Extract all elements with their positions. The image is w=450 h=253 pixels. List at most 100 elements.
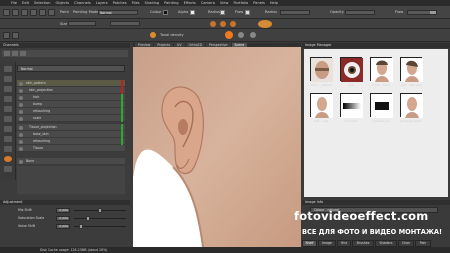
eye-icon[interactable] — [19, 139, 23, 144]
thumbnail[interactable] — [340, 57, 363, 82]
smear-tool-icon[interactable] — [4, 96, 12, 102]
layer-row[interactable]: scale — [17, 115, 125, 122]
tab-hist[interactable]: Hist — [337, 240, 351, 247]
brush-orb-icon[interactable] — [238, 32, 244, 38]
opacity-field[interactable] — [345, 10, 375, 15]
thumbnail[interactable] — [310, 57, 333, 82]
menu-camera[interactable]: Camera — [201, 1, 215, 5]
slider-knob[interactable] — [86, 216, 90, 221]
thumbnail[interactable] — [310, 93, 333, 118]
eye-icon[interactable] — [19, 159, 23, 164]
sharpen-tool-icon[interactable] — [4, 116, 12, 122]
thumbnail[interactable] — [370, 57, 393, 82]
menu-patches[interactable]: Patches — [113, 1, 127, 5]
tab-chan[interactable]: Chan — [398, 240, 414, 247]
menu-channels[interactable]: Channels — [74, 1, 91, 5]
tonal-orb-icon[interactable] — [210, 21, 216, 27]
viewport-canvas[interactable] — [133, 47, 301, 247]
layer-row[interactable]: base_skin — [17, 131, 125, 138]
menu-edit[interactable]: Edit — [22, 1, 29, 5]
projection-orb-icon[interactable] — [258, 20, 272, 28]
tonal-orb-icon-2[interactable] — [220, 21, 226, 27]
eye-icon[interactable] — [19, 109, 23, 114]
transform-tool-icon[interactable] — [12, 32, 19, 39]
eye-icon[interactable] — [19, 125, 23, 130]
menu-panels[interactable]: Panels — [253, 1, 265, 5]
layer-row[interactable]: Tissue_projection — [17, 124, 125, 131]
value-shift-slider[interactable]: Value Shift 0.000 — [18, 224, 128, 229]
layer-row[interactable]: skin_projection — [17, 87, 125, 94]
layer-row[interactable]: skin_pattern — [17, 80, 125, 87]
eye-icon[interactable] — [19, 81, 23, 86]
projection-tool-icon[interactable] — [4, 156, 12, 162]
slider-knob[interactable] — [98, 208, 102, 213]
blend-mode-select[interactable]: Normal — [17, 65, 125, 72]
copy-channel-icon[interactable] — [12, 51, 18, 56]
menu-objects[interactable]: Objects — [56, 1, 70, 5]
select-tool-icon[interactable] — [3, 32, 10, 39]
tab-image[interactable]: Image — [318, 240, 336, 247]
thumbnail[interactable] — [400, 57, 423, 82]
clone-stamp-icon[interactable] — [4, 86, 12, 92]
erase-tool-icon[interactable] — [4, 76, 12, 82]
blur-tool-icon[interactable] — [39, 9, 46, 16]
delete-channel-icon[interactable] — [20, 51, 26, 56]
layer-row[interactable]: bump — [17, 101, 125, 108]
clone-tool-icon[interactable] — [21, 9, 28, 16]
menu-help[interactable]: Help — [270, 1, 278, 5]
burn-tool-icon[interactable] — [4, 136, 12, 142]
paint-tool-icon[interactable] — [4, 66, 12, 72]
transform-icon[interactable] — [4, 166, 12, 172]
brush-orb-icon-2[interactable] — [250, 32, 256, 38]
colour-swatch[interactable] — [163, 10, 168, 15]
tonal-orb-icon-3[interactable] — [230, 21, 236, 27]
layer-row[interactable]: hair — [17, 94, 125, 101]
menu-selection[interactable]: Selection — [34, 1, 51, 5]
eraser-tool-icon[interactable] — [12, 9, 19, 16]
eye-icon[interactable] — [19, 95, 23, 100]
flow-slider-knob[interactable] — [430, 11, 436, 14]
eye-icon[interactable] — [19, 132, 23, 137]
slider-knob[interactable] — [78, 224, 83, 229]
eye-icon[interactable] — [19, 116, 23, 121]
menu-files[interactable]: Files — [132, 1, 140, 5]
radius-field[interactable] — [280, 10, 310, 15]
fill-tool-icon[interactable] — [48, 9, 55, 16]
alpha-swatch[interactable] — [190, 10, 195, 15]
thumbnail[interactable] — [340, 93, 363, 118]
slide-tool-icon[interactable] — [4, 146, 12, 152]
tab-brushes[interactable]: Brushes — [352, 240, 374, 247]
brush-tool-icon[interactable] — [3, 9, 10, 16]
menu-view[interactable]: View — [220, 1, 229, 5]
menu-layers[interactable]: Layers — [96, 1, 108, 5]
thumbnail[interactable] — [400, 93, 423, 118]
radius-swatch[interactable] — [220, 10, 225, 15]
menu-portfolio[interactable]: Portfolio — [233, 1, 248, 5]
eye-icon[interactable] — [19, 146, 23, 151]
painting-mode-select[interactable]: Normal — [98, 10, 138, 15]
eye-icon[interactable] — [19, 88, 23, 93]
layer-row[interactable]: Tissue — [17, 145, 125, 152]
flow-field[interactable] — [407, 10, 437, 15]
layer-row[interactable]: Bone — [17, 158, 125, 165]
flow-swatch[interactable] — [245, 10, 250, 15]
new-channel-icon[interactable] — [4, 51, 10, 56]
size-field[interactable] — [68, 21, 96, 26]
blur-brush-icon[interactable] — [4, 106, 12, 112]
menu-painting[interactable]: Painting — [164, 1, 178, 5]
saturation-scale-slider[interactable]: Saturation Scale 0.000 — [18, 216, 128, 221]
eye-icon[interactable] — [19, 102, 23, 107]
menu-effects[interactable]: Effects — [184, 1, 196, 5]
tab-pain[interactable]: Pain — [415, 240, 431, 247]
layer-row[interactable]: retouching — [17, 138, 125, 145]
dodge-tool-icon[interactable] — [4, 126, 12, 132]
tonal-density-icon[interactable] — [150, 32, 156, 38]
layer-row[interactable]: retouching — [17, 108, 125, 115]
tab-shelf[interactable]: Shelf — [302, 240, 317, 247]
mix-shift-slider[interactable]: Mix Shift 0.000 — [18, 208, 128, 213]
smudge-tool-icon[interactable] — [30, 9, 37, 16]
tool-preset-field[interactable] — [110, 21, 140, 26]
menu-shading[interactable]: Shading — [145, 1, 160, 5]
tab-shaders[interactable]: Shaders — [375, 240, 397, 247]
menu-file[interactable]: File — [11, 1, 17, 5]
